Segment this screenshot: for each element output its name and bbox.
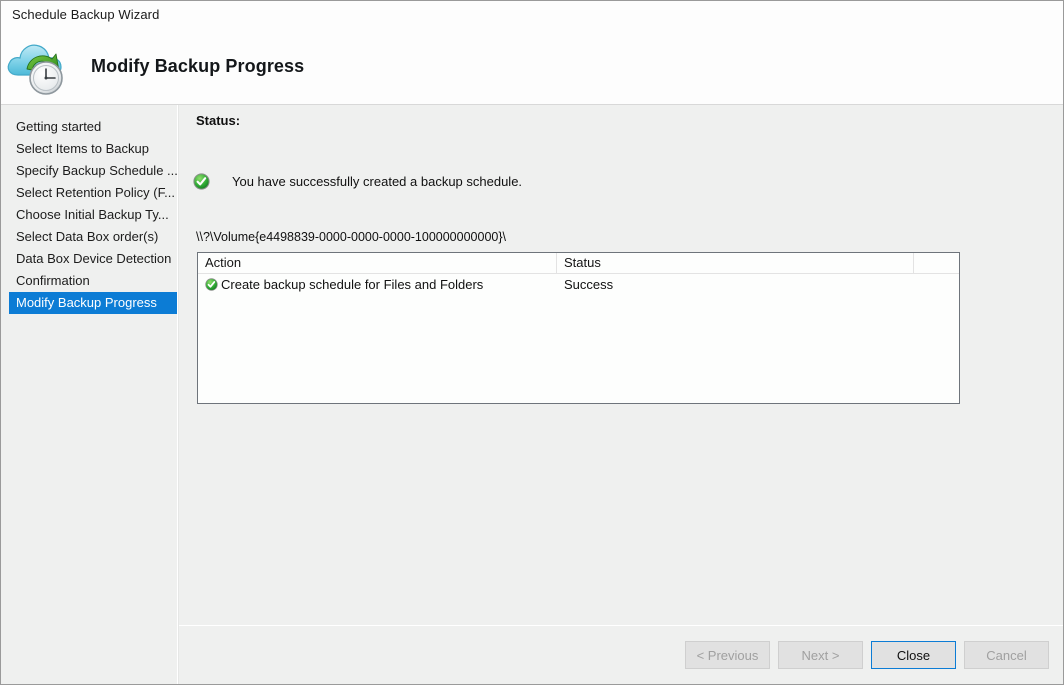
sidebar-item-modify-backup-progress[interactable]: Modify Backup Progress — [9, 292, 177, 314]
column-header-action: Action — [198, 253, 557, 273]
sidebar-item-data-box-orders[interactable]: Select Data Box order(s) — [9, 226, 177, 248]
window-title: Schedule Backup Wizard — [12, 7, 160, 22]
page-title: Modify Backup Progress — [91, 55, 305, 76]
status-heading: Status: — [196, 113, 241, 128]
column-header-extra — [914, 253, 959, 273]
green-check-circle-icon — [193, 173, 210, 190]
previous-button[interactable]: < Previous — [685, 641, 770, 669]
wizard-banner: Modify Backup Progress — [1, 28, 1063, 105]
success-message-text: You have successfully created a backup s… — [232, 174, 523, 189]
sidebar-item-retention-policy[interactable]: Select Retention Policy (F... — [9, 182, 177, 204]
sidebar-item-select-items[interactable]: Select Items to Backup — [9, 138, 177, 160]
cloud-backup-clock-icon — [4, 35, 72, 97]
sidebar-item-getting-started[interactable]: Getting started — [9, 116, 177, 138]
table-row[interactable]: Create backup schedule for Files and Fol… — [198, 274, 959, 294]
success-message-row: You have successfully created a backup s… — [193, 173, 522, 190]
sidebar-item-device-detection[interactable]: Data Box Device Detection — [9, 248, 177, 270]
sidebar-item-initial-backup-type[interactable]: Choose Initial Backup Ty... — [9, 204, 177, 226]
green-check-circle-icon — [205, 277, 218, 291]
sidebar-item-specify-schedule[interactable]: Specify Backup Schedule ... — [9, 160, 177, 182]
close-button[interactable]: Close — [871, 641, 956, 669]
wizard-body: Getting started Select Items to Backup S… — [1, 105, 1063, 684]
title-bar: Schedule Backup Wizard — [1, 1, 1063, 28]
content-pane: Status: You have successfully created a … — [178, 105, 1063, 684]
status-panel: Status: You have successfully created a … — [179, 105, 1063, 625]
wizard-button-bar: < Previous Next > Close Cancel — [179, 626, 1063, 684]
next-button[interactable]: Next > — [778, 641, 863, 669]
sidebar-item-confirmation[interactable]: Confirmation — [9, 270, 177, 292]
cell-action-text: Create backup schedule for Files and Fol… — [221, 276, 484, 292]
column-header-status: Status — [557, 253, 914, 273]
schedule-backup-wizard-window: Schedule Backup Wizard Modify Backup Pro… — [0, 0, 1064, 685]
cancel-button[interactable]: Cancel — [964, 641, 1049, 669]
cell-action: Create backup schedule for Files and Fol… — [198, 277, 557, 292]
table-header-row: Action Status — [198, 253, 959, 274]
wizard-step-navigation: Getting started Select Items to Backup S… — [1, 105, 178, 684]
cell-status: Success — [564, 276, 614, 292]
volume-path-label: \\?\Volume{e4498839-0000-0000-0000-10000… — [196, 230, 506, 244]
results-table: Action Status Create backup schedule for… — [197, 252, 960, 404]
